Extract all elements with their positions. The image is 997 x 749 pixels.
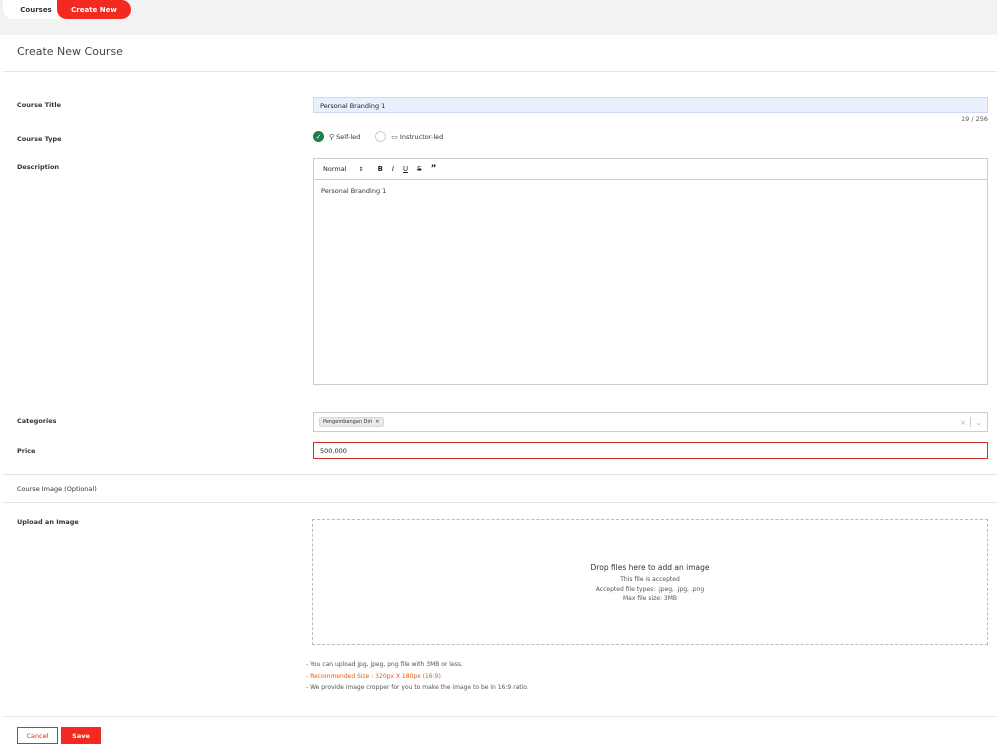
underline-button[interactable]: U (403, 165, 408, 173)
price-input[interactable]: 500,000 (313, 442, 988, 459)
upload-label: Upload an Image (17, 518, 79, 526)
course-image-section-label: Course Image (Optional) (17, 485, 97, 493)
chat-icon: ▭ (391, 132, 398, 141)
course-title-label: Course Title (17, 101, 62, 109)
divider (3, 474, 997, 475)
option-instructor-led-label: Instructor-led (399, 132, 444, 141)
remove-tag-icon[interactable]: ✕ (375, 419, 379, 425)
note-cropper: - We provide image cropper for you to ma… (306, 684, 529, 691)
editor-content[interactable]: Personal Branding 1 (314, 180, 987, 202)
strike-button[interactable]: S (417, 165, 421, 173)
breadcrumb-create-new[interactable]: Create New (57, 0, 131, 19)
categories-select[interactable]: Pengembangan Diri ✕ × ⌄ (313, 412, 988, 432)
course-type-radio-group: ✓ ⚲ Self-led ▭ Instructor-led (313, 131, 458, 142)
radio-instructor-led[interactable] (375, 131, 387, 142)
dropzone-file-types: Accepted file types: .jpeg, .jpg, .png (595, 585, 705, 593)
option-self-led-label: Self-led (336, 132, 361, 141)
dropzone-accepted: This file is accepted (620, 576, 680, 583)
course-type-label: Course Type (17, 135, 62, 143)
category-tag-label: Pengembangan Diri (323, 419, 373, 425)
clear-icon[interactable]: × (960, 418, 967, 427)
cancel-button[interactable]: Cancel (17, 727, 58, 744)
format-select-value: Normal (323, 165, 347, 173)
dropdown-caret-icon: ⇕ (358, 166, 364, 173)
check-icon: ✓ (315, 132, 322, 141)
divider (3, 71, 997, 72)
save-button[interactable]: Save (61, 727, 101, 744)
description-label: Description (17, 163, 60, 171)
description-editor: Normal ⇕ B I U S ” Personal Branding 1 (313, 158, 988, 385)
option-self-led[interactable]: ⚲ Self-led (329, 133, 360, 141)
dropzone-max-size: Max file size: 3MB (622, 595, 678, 602)
course-title-input[interactable]: Personal Branding 1 (313, 97, 988, 113)
person-icon: ⚲ (329, 132, 335, 141)
page-title: Create New Course (17, 45, 123, 58)
select-separator (970, 417, 972, 427)
categories-label: Categories (17, 417, 57, 425)
italic-button[interactable]: I (392, 165, 394, 173)
category-tag: Pengembangan Diri ✕ (319, 417, 384, 427)
divider (3, 716, 997, 717)
format-select[interactable]: Normal ⇕ (323, 165, 364, 173)
editor-toolbar: Normal ⇕ B I U S ” (314, 159, 987, 180)
title-char-counter: 19 / 256 (961, 115, 988, 123)
select-controls: × ⌄ (960, 417, 982, 427)
blockquote-button[interactable]: ” (431, 164, 437, 174)
image-dropzone[interactable]: Drop files here to add an image This fil… (312, 519, 988, 645)
dropzone-title: Drop files here to add an image (590, 563, 710, 572)
chevron-down-icon[interactable]: ⌄ (975, 418, 982, 427)
price-label: Price (17, 447, 36, 455)
note-upload-limit: - You can upload jpg, jpeg, png file wit… (306, 661, 463, 668)
divider (3, 502, 997, 503)
upload-notes: - You can upload jpg, jpeg, png file wit… (306, 659, 529, 694)
top-bar (0, 0, 997, 35)
radio-self-led[interactable]: ✓ (313, 131, 324, 142)
bold-button[interactable]: B (378, 165, 383, 173)
note-recommended-size: - Recommended Size : 320px X 180px (16:9… (306, 672, 443, 680)
option-instructor-led[interactable]: ▭ Instructor-led (391, 133, 443, 141)
